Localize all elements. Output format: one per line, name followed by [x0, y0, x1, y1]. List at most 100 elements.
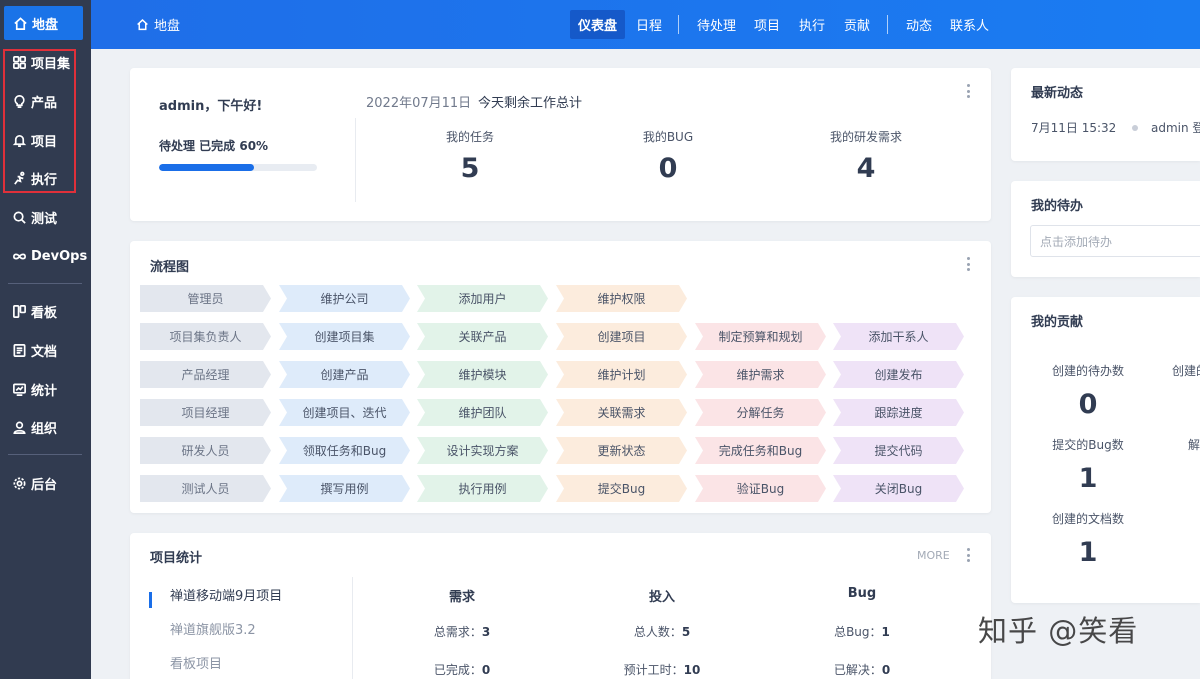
- flowchart-title: 流程图: [150, 260, 190, 275]
- contribution-label: 创建的文档数: [1051, 512, 1124, 526]
- col-requirements: 需求: [448, 590, 475, 605]
- tab-dashboard[interactable]: 仪表盘: [570, 10, 626, 39]
- flow-step[interactable]: 关联需求: [556, 399, 687, 426]
- sidebar-item-kanban[interactable]: 看板: [0, 293, 91, 329]
- breadcrumb-home[interactable]: 地盘: [136, 0, 180, 49]
- tab-project[interactable]: 项目: [746, 10, 788, 39]
- flow-step[interactable]: 创建项目集: [279, 323, 410, 350]
- more-link[interactable]: MORE: [917, 549, 950, 562]
- activity-text: admin 登: [1150, 121, 1200, 135]
- flow-role: 管理员: [140, 285, 271, 312]
- project-list-item[interactable]: 看板项目: [170, 653, 222, 672]
- flow-step[interactable]: 关闭Bug: [833, 475, 964, 502]
- flow-step[interactable]: 更新状态: [556, 437, 687, 464]
- sidebar-item-label: 项目集: [31, 56, 71, 72]
- flow-step[interactable]: 添加干系人: [833, 323, 964, 350]
- sidebar-item-label: 组织: [31, 421, 58, 437]
- add-todo-input[interactable]: 点击添加待办: [1030, 225, 1200, 257]
- flow-step[interactable]: 添加用户: [417, 285, 548, 312]
- flow-step[interactable]: 验证Bug: [695, 475, 826, 502]
- flow-step[interactable]: 维护权限: [556, 285, 687, 312]
- flow-step[interactable]: 创建发布: [833, 361, 964, 388]
- sidebar-item-label: 地盘: [32, 17, 59, 33]
- nav-divider: [887, 15, 888, 34]
- timeline-dot: [1132, 125, 1139, 131]
- bell-icon: [11, 132, 27, 148]
- progress-bar: [159, 164, 317, 171]
- flow-step[interactable]: 创建项目、迭代: [279, 399, 410, 426]
- col-bug: Bug: [847, 586, 877, 601]
- flow-role: 测试人员: [140, 475, 271, 502]
- flow-step[interactable]: 执行用例: [417, 475, 548, 502]
- stat-requirements[interactable]: 我的研发需求 4: [786, 128, 946, 184]
- active-project-marker: [149, 592, 152, 608]
- flow-step[interactable]: 创建项目: [556, 323, 687, 350]
- sidebar-item-label: 文档: [31, 344, 58, 360]
- grid-icon: [11, 54, 27, 70]
- contribution-title: 我的贡献: [1031, 315, 1084, 330]
- sidebar-item-devops[interactable]: DevOps: [0, 238, 91, 274]
- stat-total-bugs: 总Bug：1: [834, 625, 890, 639]
- flow-step[interactable]: 设计实现方案: [417, 437, 548, 464]
- sidebar-item-test[interactable]: 测试: [0, 199, 91, 235]
- flow-step[interactable]: 跟踪进度: [833, 399, 964, 426]
- flow-step[interactable]: 撰写用例: [279, 475, 410, 502]
- watermark: 知乎 @笑看: [978, 614, 1139, 648]
- tab-pending[interactable]: 待处理: [689, 10, 744, 39]
- more-menu-icon[interactable]: [966, 84, 970, 98]
- stat-bugs[interactable]: 我的BUG 0: [588, 128, 748, 184]
- flow-step[interactable]: 创建产品: [279, 361, 410, 388]
- flow-role: 项目经理: [140, 399, 271, 426]
- more-menu-icon[interactable]: [966, 257, 970, 271]
- flow-step[interactable]: 维护模块: [417, 361, 548, 388]
- flow-step[interactable]: 制定预算和规划: [695, 323, 826, 350]
- sidebar-item-home[interactable]: 地盘: [4, 6, 83, 40]
- sidebar-item-label: 产品: [31, 95, 58, 111]
- tab-contribution[interactable]: 贡献: [836, 10, 878, 39]
- sidebar-item-label: 项目: [31, 134, 58, 150]
- stat-value: 4: [856, 153, 876, 184]
- flow-step[interactable]: 维护计划: [556, 361, 687, 388]
- flow-step[interactable]: 提交代码: [833, 437, 964, 464]
- stat-tasks[interactable]: 我的任务 5: [390, 128, 550, 184]
- sidebar-item-admin[interactable]: 后台: [0, 465, 91, 501]
- sidebar-item-program[interactable]: 项目集: [0, 44, 91, 80]
- sidebar-item-execution[interactable]: 执行: [0, 160, 91, 196]
- tab-contacts[interactable]: 联系人: [942, 10, 997, 39]
- activity-entry[interactable]: 7月11日 15:32 admin 登: [1031, 119, 1200, 136]
- project-list-item[interactable]: 禅道旗舰版3.2: [170, 619, 256, 638]
- contribution-card: 我的贡献 创建的待办数 0 创建的 提交的Bug数 1 解 创建的文档数 1: [1011, 297, 1200, 603]
- tab-activity[interactable]: 动态: [898, 10, 940, 39]
- sidebar-item-label: 后台: [31, 477, 58, 493]
- sidebar-item-product[interactable]: 产品: [0, 83, 91, 119]
- sidebar-item-stats[interactable]: 统计: [0, 371, 91, 407]
- greeting: admin，下午好!: [159, 99, 263, 114]
- contribution-value: 1: [1078, 463, 1098, 494]
- breadcrumb-label: 地盘: [154, 19, 181, 34]
- flow-step[interactable]: 提交Bug: [556, 475, 687, 502]
- tab-execution[interactable]: 执行: [791, 10, 833, 39]
- progress-fill: [159, 164, 254, 171]
- project-list-item[interactable]: 禅道移动端9月项目: [170, 585, 282, 604]
- run-icon: [11, 170, 27, 186]
- more-menu-icon[interactable]: [966, 548, 970, 562]
- flow-step[interactable]: 维护公司: [279, 285, 410, 312]
- flow-step[interactable]: 分解任务: [695, 399, 826, 426]
- flow-step[interactable]: 领取任务和Bug: [279, 437, 410, 464]
- sidebar-item-project[interactable]: 项目: [0, 122, 91, 158]
- flowchart-card: 流程图 管理员 维护公司 添加用户 维护权限 项目集负责人 创建项目集 关联产品 创建项目 制定…: [130, 241, 991, 513]
- todo-title: 我的待办: [1031, 199, 1084, 214]
- infinity-icon: [11, 248, 27, 264]
- flow-step[interactable]: 关联产品: [417, 323, 548, 350]
- summary-title: 今天剩余工作总计: [478, 96, 583, 111]
- pending-progress-label: 待处理 已完成 60%: [159, 139, 269, 153]
- chart-icon: [11, 381, 27, 397]
- sidebar-item-org[interactable]: 组织: [0, 409, 91, 445]
- flow-step[interactable]: 完成任务和Bug: [695, 437, 826, 464]
- flow-step[interactable]: 维护需求: [695, 361, 826, 388]
- home-icon: [12, 15, 28, 31]
- tab-calendar[interactable]: 日程: [628, 10, 670, 39]
- home-icon: [137, 19, 148, 31]
- flow-step[interactable]: 维护团队: [417, 399, 548, 426]
- sidebar-item-doc[interactable]: 文档: [0, 332, 91, 368]
